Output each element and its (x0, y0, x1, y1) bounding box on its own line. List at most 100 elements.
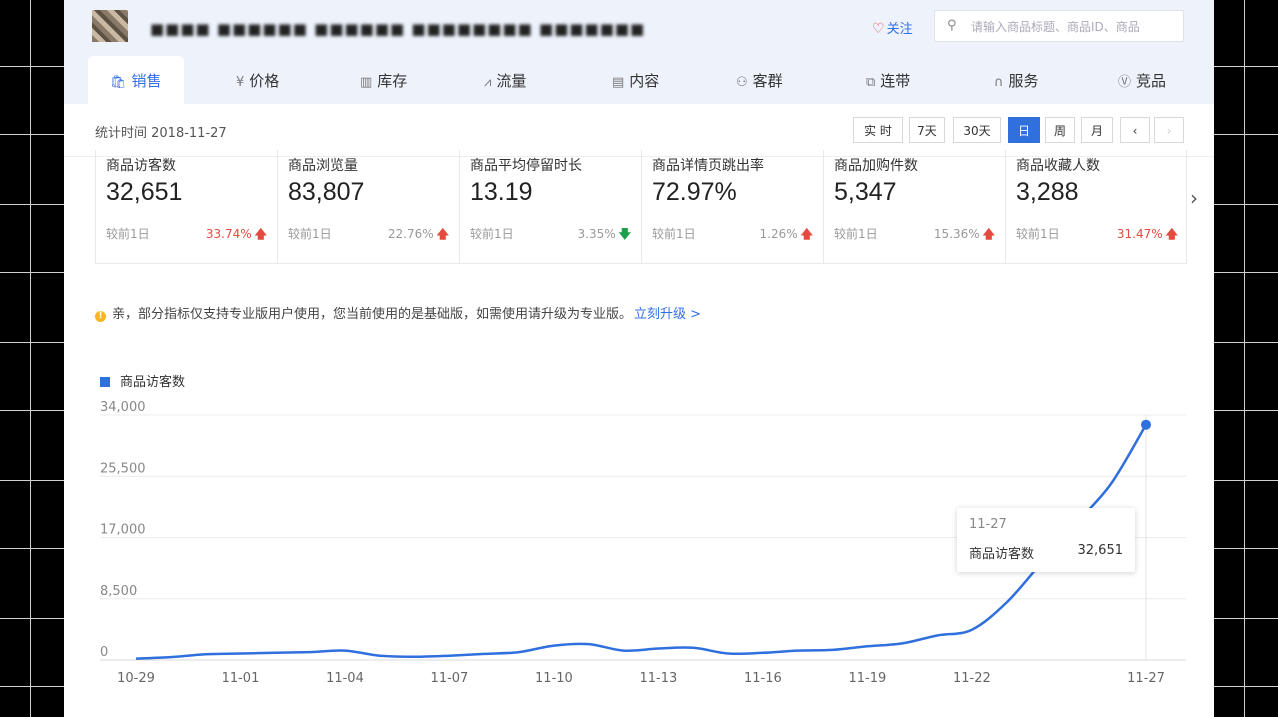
next-metrics-arrow[interactable]: › (1190, 186, 1198, 210)
product-analytics-panel: ■■■■ ■■■■■■ ■■■■■■ ■■■■■■■■ ■■■■■■■ ♡ 关注 … (64, 0, 1214, 717)
tab-price[interactable]: ¥ 价格 (236, 56, 279, 104)
people-icon: ⚇ (736, 75, 748, 90)
warehouse-icon: ▥ (360, 75, 373, 90)
tab-inventory[interactable]: ▥ 库存 (360, 56, 407, 104)
metric-value: 83,807 (288, 178, 365, 206)
metric-change: 22.76% 🡅 (388, 225, 449, 246)
tab-competitors[interactable]: Ⓥ 竞品 (1118, 56, 1166, 104)
metric-visitors[interactable]: 商品访客数 32,651 较前1日 33.74% 🡅 (96, 150, 278, 263)
metric-cards: 商品访客数 32,651 较前1日 33.74% 🡅 商品浏览量 83,807 较… (95, 150, 1187, 264)
next-period-button[interactable]: › (1154, 117, 1184, 143)
y-tick-label: 25,500 (100, 461, 146, 476)
y-tick-label: 17,000 (100, 523, 146, 538)
link-icon: ⧉ (866, 75, 876, 90)
follow-label: 关注 (886, 22, 913, 37)
x-tick-label: 11-13 (640, 671, 678, 686)
arrow-up-icon: 🡅 (254, 227, 267, 241)
y-tick-label: 8,500 (100, 584, 137, 599)
metric-value: 5,347 (834, 178, 897, 206)
tab-label: 竞品 (1136, 72, 1167, 90)
tab-sales[interactable]: 🛍 销售 (88, 56, 184, 104)
range-realtime-button[interactable]: 实 时 (853, 117, 903, 143)
x-tick-label: 11-27 (1127, 671, 1165, 686)
tooltip-date: 11-27 (969, 517, 1007, 532)
tab-associated[interactable]: ⧉ 连带 (866, 56, 910, 104)
metric-avg-stay[interactable]: 商品平均停留时长 13.19 较前1日 3.35% 🡇 (460, 150, 642, 263)
backdrop-line (0, 134, 64, 135)
backdrop-line (0, 66, 64, 67)
document-icon: ▤ (612, 75, 625, 90)
metric-compare: 较前1日 (470, 227, 514, 241)
product-thumbnail[interactable] (92, 10, 128, 42)
metric-label: 商品详情页跳出率 (652, 158, 764, 174)
stat-date: 统计时间 2018-11-27 (95, 126, 227, 141)
upgrade-link[interactable]: 立刻升级 > (634, 307, 701, 322)
metric-change-value: 31.47% (1116, 227, 1163, 241)
metric-favorites[interactable]: 商品收藏人数 3,288 较前1日 31.47% 🡅 (1006, 150, 1188, 263)
backdrop-line (0, 548, 64, 549)
info-icon: ! (95, 311, 106, 322)
backdrop-line (1214, 410, 1278, 411)
range-month-button[interactable]: 月 (1081, 117, 1113, 143)
metric-bounce-rate[interactable]: 商品详情页跳出率 72.97% 较前1日 1.26% 🡅 (642, 150, 824, 263)
metric-label: 商品平均停留时长 (470, 158, 582, 174)
heart-icon: ♡ (872, 21, 885, 37)
prev-period-button[interactable]: ‹ (1120, 117, 1150, 143)
legend-label: 商品访客数 (120, 375, 186, 390)
backdrop-line (1214, 686, 1278, 687)
range-30d-button[interactable]: 30天 (953, 117, 1001, 143)
tab-service[interactable]: ∩ 服务 (994, 56, 1039, 104)
metric-compare: 较前1日 (834, 227, 878, 241)
highlighted-data-point (1141, 419, 1151, 430)
range-day-button[interactable]: 日 (1008, 117, 1040, 143)
chart-legend[interactable]: 商品访客数 (100, 371, 185, 390)
arrow-up-icon: 🡅 (800, 227, 813, 241)
tooltip-value: 32,651 (1077, 543, 1124, 558)
metric-change: 1.26% 🡅 (760, 225, 813, 246)
x-tick-label: 11-22 (953, 671, 991, 686)
tab-traffic[interactable]: ⩘ 流量 (484, 56, 526, 104)
metric-compare: 较前1日 (288, 227, 332, 241)
range-week-button[interactable]: 周 (1045, 117, 1075, 143)
metric-change: 15.36% 🡅 (934, 225, 995, 246)
metric-pageviews[interactable]: 商品浏览量 83,807 较前1日 22.76% 🡅 (278, 150, 460, 263)
search-icon: ⚲ (947, 18, 957, 33)
backdrop-line (1214, 618, 1278, 619)
search-input[interactable] (969, 17, 1181, 37)
x-tick-label: 11-16 (744, 671, 782, 686)
product-title: ■■■■ ■■■■■■ ■■■■■■ ■■■■■■■■ ■■■■■■■ (150, 20, 646, 38)
follow-button[interactable]: ♡ 关注 (872, 18, 913, 37)
trend-icon: ⩘ (484, 75, 492, 90)
range-7d-button[interactable]: 7天 (909, 117, 945, 143)
arrow-up-icon: 🡅 (436, 227, 449, 241)
product-search[interactable]: ⚲ (934, 10, 1184, 42)
headset-icon: ∩ (994, 75, 1004, 90)
metric-change-value: 22.76% (387, 227, 434, 241)
vs-icon: Ⓥ (1118, 75, 1132, 90)
metric-add-to-cart[interactable]: 商品加购件数 5,347 较前1日 15.36% 🡅 (824, 150, 1006, 263)
x-tick-label: 11-19 (848, 671, 886, 686)
tab-customers[interactable]: ⚇ 客群 (736, 56, 783, 104)
tab-label: 流量 (496, 72, 527, 90)
metric-change: 33.74% 🡅 (206, 225, 267, 246)
arrow-up-icon: 🡅 (982, 227, 995, 241)
tab-content[interactable]: ▤ 内容 (612, 56, 659, 104)
chart-tooltip: 11-27 商品访客数 32,651 (957, 508, 1135, 572)
backdrop-line (1214, 480, 1278, 481)
metric-change-value: 1.26% (759, 227, 798, 241)
backdrop-line (0, 480, 64, 481)
right-backdrop (1214, 0, 1278, 717)
tab-label: 连带 (880, 72, 911, 90)
tab-label: 销售 (131, 72, 162, 90)
tooltip-series: 商品访客数 (969, 547, 1035, 562)
x-tick-label: 11-10 (535, 671, 573, 686)
x-tick-label: 11-01 (222, 671, 260, 686)
backdrop-line (0, 410, 64, 411)
left-backdrop (0, 0, 64, 717)
x-tick-label: 11-04 (326, 671, 364, 686)
bag-icon: 🛍 (110, 75, 127, 90)
metric-label: 商品加购件数 (834, 158, 918, 174)
arrow-down-icon: 🡇 (618, 227, 631, 241)
metric-change: 3.35% 🡇 (578, 225, 631, 246)
backdrop-line (0, 204, 64, 205)
